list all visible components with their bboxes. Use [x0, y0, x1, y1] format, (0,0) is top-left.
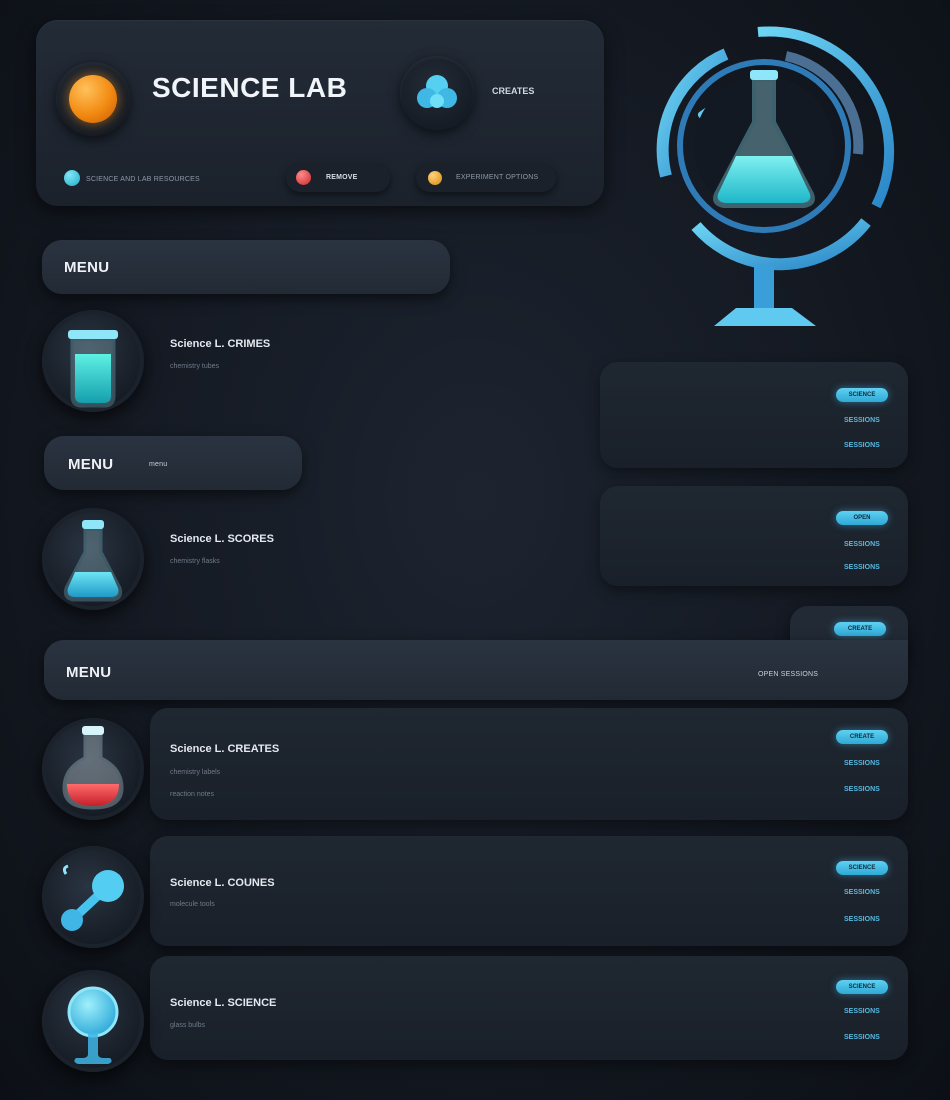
card-badge[interactable]: SCIENCE	[836, 861, 888, 875]
orange-orb-icon	[69, 75, 117, 123]
card-badge[interactable]: OPEN	[836, 511, 888, 525]
menu-label: MENU	[64, 259, 110, 276]
teal-dot-icon	[64, 170, 80, 186]
right-card-1: SCIENCE SESSIONS SESSIONS	[600, 362, 908, 468]
molecule-tool-icon	[61, 864, 124, 931]
card-link[interactable]: SESSIONS	[844, 442, 880, 449]
remove-chip[interactable]: REMOVE	[286, 164, 390, 192]
bulb-orb[interactable]	[42, 970, 144, 1072]
red-flask-icon	[62, 726, 124, 810]
item-sub-3: chemistry labels	[170, 769, 221, 776]
header-chip-1[interactable]: SCIENCE AND LAB RESOURCES	[86, 176, 200, 183]
item-title-2: Science L. SCORES	[170, 533, 274, 545]
menu-label: MENU	[66, 664, 112, 681]
molecule-orb[interactable]	[400, 56, 474, 130]
menu-label: MENU	[68, 456, 114, 473]
logo-orb	[56, 62, 130, 136]
menu-bar-1[interactable]: MENU	[42, 240, 450, 294]
amber-dot-icon	[428, 171, 442, 185]
item-title-5: Science L. SCIENCE	[170, 997, 277, 1009]
right-card-2: OPEN SESSIONS SESSIONS	[600, 486, 908, 586]
item-sub-2: chemistry flasks	[170, 558, 220, 565]
molecule-tool-orb[interactable]	[42, 846, 144, 948]
card-link[interactable]: SESSIONS	[844, 916, 880, 923]
item-title-4: Science L. COUNES	[170, 877, 275, 889]
lab-emblem-icon	[656, 26, 895, 326]
header-panel: SCIENCE LAB CREATES SCIENCE AND LAB RESO…	[36, 20, 604, 206]
card-badge[interactable]: SCIENCE	[836, 980, 888, 994]
red-flask-orb[interactable]	[42, 718, 144, 820]
test-tube-orb[interactable]	[42, 310, 144, 412]
flask-orb[interactable]	[42, 508, 144, 610]
header-chip-2: REMOVE	[326, 174, 358, 181]
experiment-chip[interactable]: EXPERIMENT OPTIONS	[416, 164, 556, 192]
card-link[interactable]: SESSIONS	[844, 1008, 880, 1015]
header-chip-3: EXPERIMENT OPTIONS	[456, 174, 539, 181]
item-sub-3b: reaction notes	[170, 791, 214, 798]
card-link[interactable]: SESSIONS	[844, 541, 880, 548]
red-dot-icon	[296, 170, 311, 185]
card-link[interactable]: SESSIONS	[844, 1034, 880, 1041]
menu-bar-3[interactable]: MENU OPEN SESSIONS	[44, 640, 908, 700]
item-title-3: Science L. CREATES	[170, 743, 280, 755]
item-sub-1: chemistry tubes	[170, 363, 220, 370]
card-link[interactable]: SESSIONS	[844, 564, 880, 571]
card-link[interactable]: SESSIONS	[844, 417, 880, 424]
card-link[interactable]: SESSIONS	[844, 889, 880, 896]
item-sub-4: molecule tools	[170, 901, 215, 908]
card-link[interactable]: SESSIONS	[844, 760, 880, 767]
app-title: SCIENCE LAB	[152, 72, 348, 103]
test-tube-icon	[68, 330, 118, 408]
card-badge[interactable]: CREATE	[836, 730, 888, 744]
card-link[interactable]: SESSIONS	[844, 786, 880, 793]
item-title-1: Science L. CRIMES	[170, 338, 271, 350]
flask-icon	[63, 520, 123, 602]
menu-bar-2[interactable]: MENU menu	[44, 436, 302, 490]
header-side-label: CREATES	[492, 86, 535, 96]
menu-note: menu	[149, 461, 168, 468]
molecule-icon	[417, 75, 457, 108]
card-badge[interactable]: CREATE	[834, 622, 886, 636]
menu-note: OPEN SESSIONS	[758, 671, 819, 678]
item-sub-5: glass bulbs	[170, 1022, 206, 1029]
glass-bulb-icon	[67, 986, 119, 1064]
item-card-3: CREATE SESSIONS SESSIONS	[150, 708, 908, 820]
card-badge[interactable]: SCIENCE	[836, 388, 888, 402]
item-card-4: SCIENCE SESSIONS SESSIONS	[150, 836, 908, 946]
